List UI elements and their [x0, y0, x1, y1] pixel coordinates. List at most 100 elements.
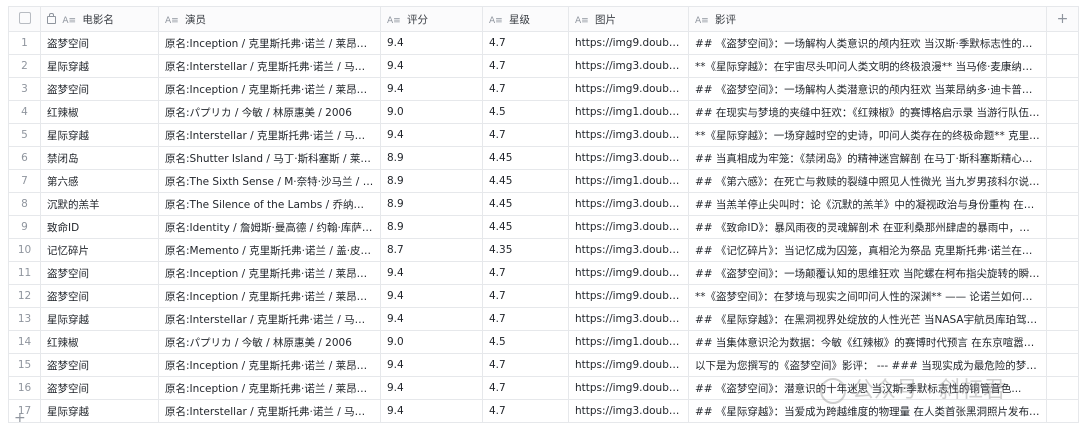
cell-title[interactable]: 星际穿越 — [40, 399, 159, 423]
cell-review[interactable]: **《星际穿越》：在宇宙尽头叩问人类文明的终极浪漫** 当马修·麦康纳饰演的..… — [688, 54, 1047, 78]
cell-review[interactable]: ## 当真相成为牢笼：《禁闭岛》的精神迷宫解剖 在马丁·斯科塞斯精心构筑的... — [688, 146, 1047, 170]
cell-review[interactable]: ## 在现实与梦境的夹缝中狂欢：《红辣椒》的赛博格启示录 当游行队伍里跳跃... — [688, 100, 1047, 124]
cell-title[interactable]: 盗梦空间 — [40, 77, 159, 101]
cell-score[interactable]: 8.7 — [380, 238, 483, 262]
cell-image[interactable]: https://img1.doubanio.c... — [568, 100, 689, 124]
cell-score[interactable]: 9.4 — [380, 284, 483, 308]
cell-review[interactable]: ## 《致命ID》：暴风雨夜的灵魂解剖术 在亚利桑那州肆虐的暴雨中，那座编号..… — [688, 215, 1047, 239]
cell-image[interactable]: https://img3.doubanio.c... — [568, 146, 689, 170]
cell-image[interactable]: https://img9.doubanio.c... — [568, 77, 689, 101]
cell-actors[interactable]: 原名:The Silence of the Lambs / 乔纳森·戴米 / .… — [158, 192, 381, 216]
row-number[interactable]: 16 — [8, 376, 41, 400]
cell-review[interactable]: **《星际穿越》：一场穿越时空的史诗，叩问人类存在的终极命题** 克里斯托... — [688, 123, 1047, 147]
cell-stars[interactable]: 4.7 — [482, 54, 569, 78]
cell-image[interactable]: https://img1.doubanio.c... — [568, 169, 689, 193]
cell-stars[interactable]: 4.7 — [482, 307, 569, 331]
table-row[interactable]: 9 致命ID 原名:Identity / 詹姆斯·曼高德 / 约翰·库萨克 / ..… — [8, 215, 1079, 239]
cell-stars[interactable]: 4.45 — [482, 215, 569, 239]
cell-stars[interactable]: 4.45 — [482, 192, 569, 216]
cell-score[interactable]: 8.9 — [380, 192, 483, 216]
select-all-checkbox-cell[interactable] — [8, 6, 41, 32]
cell-review[interactable]: ## 《盗梦空间》：一场颠覆认知的思维狂欢 当陀螺在柯布指尖旋转的瞬间，整... — [688, 261, 1047, 285]
table-row[interactable]: 13 星际穿越 原名:Interstellar / 克里斯托弗·诺兰 / 马修·麦.… — [8, 307, 1079, 331]
cell-stars[interactable]: 4.7 — [482, 399, 569, 423]
row-number[interactable]: 9 — [8, 215, 41, 239]
cell-image[interactable]: https://img9.doubanio.c... — [568, 261, 689, 285]
cell-actors[interactable]: 原名:Inception / 克里斯托弗·诺兰 / 莱昂纳多·... — [158, 376, 381, 400]
add-row-button[interactable]: + — [14, 410, 26, 426]
cell-actors[interactable]: 原名:Interstellar / 克里斯托弗·诺兰 / 马修·麦... — [158, 54, 381, 78]
table-row[interactable]: 8 沉默的羔羊 原名:The Silence of the Lambs / 乔纳森·… — [8, 192, 1079, 216]
cell-review[interactable]: ## 《第六感》：在死亡与救赎的裂缝中照见人性微光 当九岁男孩科尔说出那句... — [688, 169, 1047, 193]
cell-score[interactable]: 9.4 — [380, 31, 483, 55]
row-number[interactable]: 2 — [8, 54, 41, 78]
cell-image[interactable]: https://img3.doubanio.c... — [568, 192, 689, 216]
table-row[interactable]: 15 盗梦空间 原名:Inception / 克里斯托弗·诺兰 / 莱昂纳多·...… — [8, 353, 1079, 377]
table-row[interactable]: 2 星际穿越 原名:Interstellar / 克里斯托弗·诺兰 / 马修·麦..… — [8, 54, 1079, 78]
cell-actors[interactable]: 原名:Inception / 克里斯托弗·诺兰 / 莱昂纳多·... — [158, 353, 381, 377]
column-header-image[interactable]: A≡ 图片 — [568, 6, 689, 32]
cell-title[interactable]: 盗梦空间 — [40, 284, 159, 308]
row-number[interactable]: 11 — [8, 261, 41, 285]
cell-image[interactable]: https://img9.doubanio.c... — [568, 284, 689, 308]
cell-stars[interactable]: 4.7 — [482, 284, 569, 308]
cell-title[interactable]: 星际穿越 — [40, 54, 159, 78]
cell-stars[interactable]: 4.7 — [482, 261, 569, 285]
cell-image[interactable]: https://img9.doubanio.c... — [568, 353, 689, 377]
cell-actors[interactable]: 原名:Inception / 克里斯托弗·诺兰 / 莱昂纳多·... — [158, 284, 381, 308]
cell-title[interactable]: 记忆碎片 — [40, 238, 159, 262]
cell-actors[interactable]: 原名:Interstellar / 克里斯托弗·诺兰 / 马修·麦... — [158, 123, 381, 147]
cell-stars[interactable]: 4.5 — [482, 330, 569, 354]
row-number[interactable]: 14 — [8, 330, 41, 354]
cell-image[interactable]: https://img3.doubanio.c... — [568, 307, 689, 331]
cell-image[interactable]: https://img3.doubanio.c... — [568, 238, 689, 262]
cell-score[interactable]: 9.0 — [380, 100, 483, 124]
table-row[interactable]: 4 红辣椒 原名:パプリカ / 今敏 / 林原惠美 / 2006 9.0 4.5 http… — [8, 100, 1079, 124]
cell-image[interactable]: https://img1.doubanio.c... — [568, 330, 689, 354]
cell-score[interactable]: 9.4 — [380, 353, 483, 377]
column-header-review[interactable]: A≡ 影评 — [688, 6, 1047, 32]
cell-stars[interactable]: 4.45 — [482, 146, 569, 170]
table-row[interactable]: 7 第六感 原名:The Sixth Sense / M·奈特·沙马兰 / 布鲁..… — [8, 169, 1079, 193]
cell-review[interactable]: **《盗梦空间》：在梦境与现实之间叩问人性的深渊** —— 论诺兰如何用"造梦"… — [688, 284, 1047, 308]
cell-stars[interactable]: 4.7 — [482, 123, 569, 147]
cell-title[interactable]: 盗梦空间 — [40, 261, 159, 285]
cell-actors[interactable]: 原名:Interstellar / 克里斯托弗·诺兰 / 马修·麦... — [158, 399, 381, 423]
row-number[interactable]: 4 — [8, 100, 41, 124]
cell-score[interactable]: 9.4 — [380, 376, 483, 400]
cell-actors[interactable]: 原名:Inception / 克里斯托弗·诺兰 / 莱昂纳多·... — [158, 77, 381, 101]
cell-title[interactable]: 星际穿越 — [40, 123, 159, 147]
row-number[interactable]: 15 — [8, 353, 41, 377]
table-row[interactable]: 10 记忆碎片 原名:Memento / 克里斯托弗·诺兰 / 盖·皮尔斯 / ..… — [8, 238, 1079, 262]
cell-title[interactable]: 第六感 — [40, 169, 159, 193]
cell-actors[interactable]: 原名:パプリカ / 今敏 / 林原惠美 / 2006 — [158, 100, 381, 124]
add-column-button[interactable]: + — [1046, 6, 1079, 32]
cell-stars[interactable]: 4.5 — [482, 100, 569, 124]
cell-title[interactable]: 星际穿越 — [40, 307, 159, 331]
row-number[interactable]: 5 — [8, 123, 41, 147]
table-row[interactable]: 3 盗梦空间 原名:Inception / 克里斯托弗·诺兰 / 莱昂纳多·... 9… — [8, 77, 1079, 101]
cell-actors[interactable]: 原名:Shutter Island / 马丁·斯科塞斯 / 莱昂纳... — [158, 146, 381, 170]
cell-stars[interactable]: 4.7 — [482, 353, 569, 377]
table-row[interactable]: 11 盗梦空间 原名:Inception / 克里斯托弗·诺兰 / 莱昂纳多·...… — [8, 261, 1079, 285]
cell-review[interactable]: ## 《盗梦空间》：潜意识的十年迷思 当汉斯·季默标志性的铜管音色... — [688, 376, 1047, 400]
cell-actors[interactable]: 原名:Inception / 克里斯托弗·诺兰 / 莱昂纳多·... — [158, 261, 381, 285]
column-header-actors[interactable]: A≡ 演员 — [158, 6, 381, 32]
cell-image[interactable]: https://img3.doubanio.c... — [568, 399, 689, 423]
row-number[interactable]: 6 — [8, 146, 41, 170]
cell-score[interactable]: 9.4 — [380, 399, 483, 423]
cell-stars[interactable]: 4.7 — [482, 376, 569, 400]
cell-score[interactable]: 9.4 — [380, 123, 483, 147]
cell-review[interactable]: ## 当羔羊停止尖叫时：论《沉默的羔羊》中的凝视政治与身份重构 在乔纳森·... — [688, 192, 1047, 216]
cell-score[interactable]: 9.4 — [380, 307, 483, 331]
cell-title[interactable]: 红辣椒 — [40, 330, 159, 354]
row-number[interactable]: 12 — [8, 284, 41, 308]
table-row[interactable]: 17 星际穿越 原名:Interstellar / 克里斯托弗·诺兰 / 马修·麦.… — [8, 399, 1079, 423]
row-number[interactable]: 7 — [8, 169, 41, 193]
cell-image[interactable]: https://img3.doubanio.c... — [568, 123, 689, 147]
row-number[interactable]: 13 — [8, 307, 41, 331]
cell-stars[interactable]: 4.35 — [482, 238, 569, 262]
cell-review[interactable]: ## 当集体意识沦为数据：今敏《红辣椒》的赛博时代预言 在东京喧嚣的摩天... — [688, 330, 1047, 354]
cell-actors[interactable]: 原名:Memento / 克里斯托弗·诺兰 / 盖·皮尔斯 / ... — [158, 238, 381, 262]
cell-score[interactable]: 8.9 — [380, 215, 483, 239]
